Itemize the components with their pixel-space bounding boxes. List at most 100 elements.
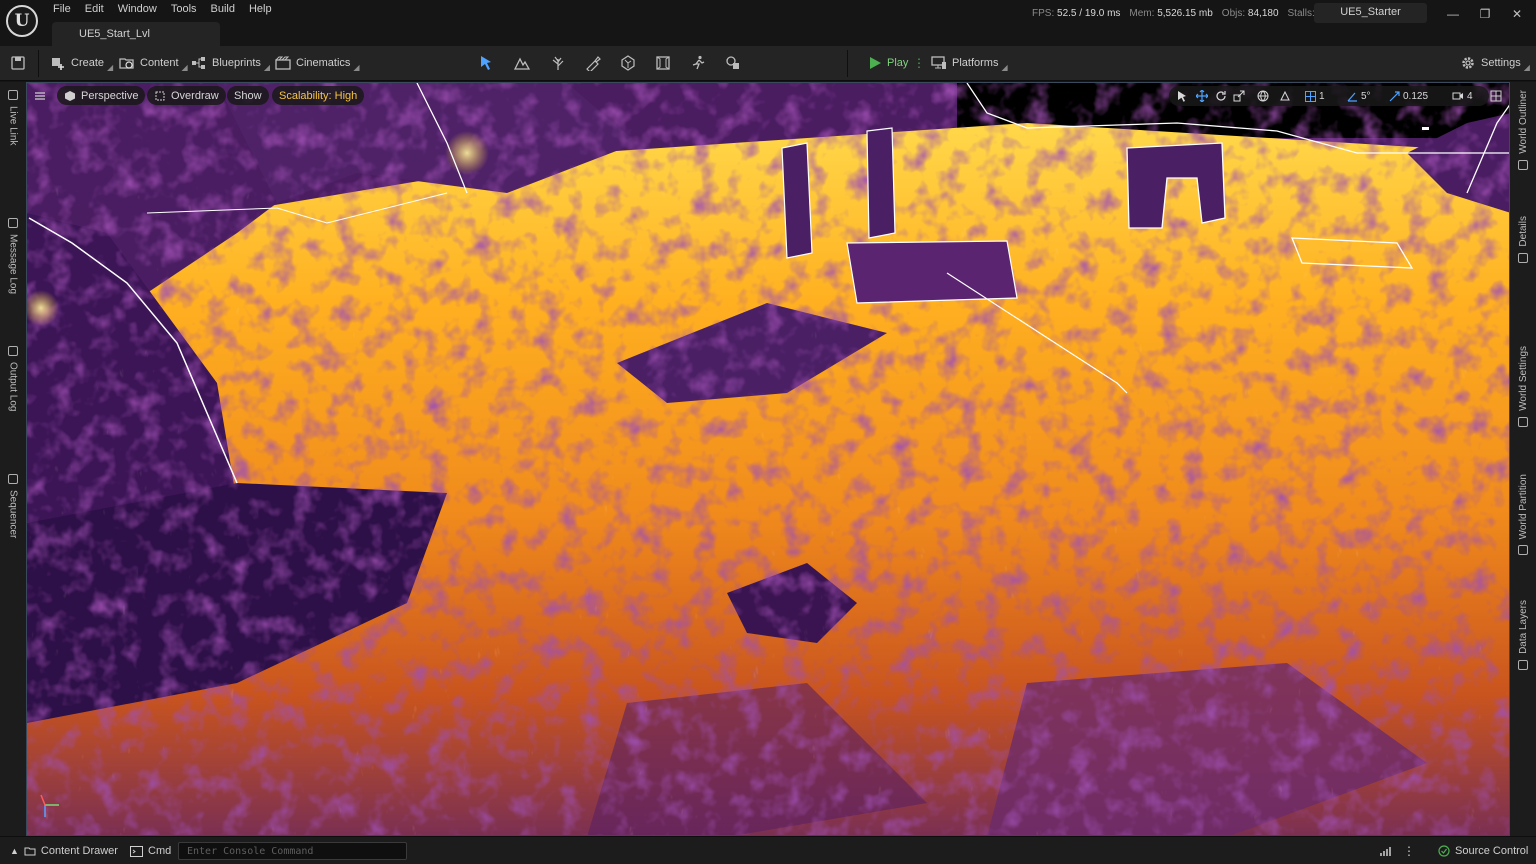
- perspective-button[interactable]: Perspective: [57, 86, 146, 105]
- view-mode-label: Overdraw: [171, 89, 219, 102]
- content-drawer-button[interactable]: ▲ Content Drawer: [10, 843, 118, 859]
- project-name[interactable]: UE5_Starter: [1314, 3, 1427, 23]
- camera-speed-button[interactable]: 4: [1452, 89, 1473, 103]
- cinematics-button[interactable]: Cinematics ◢: [272, 53, 363, 73]
- scale-snap-button[interactable]: 0.125: [1389, 89, 1428, 103]
- platforms-button[interactable]: Platforms ◢: [928, 53, 1011, 73]
- level-viewport[interactable]: Perspective Overdraw Show Scalability: H…: [26, 82, 1510, 836]
- menu-tools[interactable]: Tools: [164, 0, 204, 20]
- tab-output-log[interactable]: Output Log: [2, 346, 24, 411]
- console-command-input[interactable]: [178, 842, 407, 860]
- grid-icon: [1305, 90, 1316, 102]
- details-icon: [1518, 252, 1528, 263]
- save-icon[interactable]: [8, 54, 28, 72]
- derived-data-icon[interactable]: [1380, 843, 1392, 859]
- content-icon: [119, 58, 134, 69]
- play-label: Play: [887, 57, 909, 69]
- modeling-mode-icon[interactable]: [723, 54, 743, 72]
- tab-details[interactable]: Details: [1513, 216, 1533, 263]
- viewport-menu-icon[interactable]: [32, 88, 48, 104]
- tab-sequencer[interactable]: Sequencer: [2, 474, 24, 538]
- transform-toolbar: 1 5° 0.125 4: [1169, 86, 1489, 106]
- check-circle-icon: [1438, 845, 1450, 857]
- restore-icon[interactable]: ❐: [1474, 5, 1496, 23]
- foliage-mode-icon[interactable]: [548, 54, 568, 72]
- tab-live-link[interactable]: Live Link: [2, 90, 24, 145]
- scale-tool-icon[interactable]: [1233, 89, 1245, 103]
- view-mode-button[interactable]: Overdraw: [147, 86, 226, 105]
- chevron-down-icon: ◢: [353, 62, 360, 72]
- frame-time: / 19.0 ms: [1079, 8, 1121, 19]
- tab-message-log[interactable]: Message Log: [2, 218, 24, 294]
- tab-world-settings[interactable]: World Settings: [1513, 346, 1533, 427]
- platforms-label: Platforms: [952, 57, 999, 69]
- source-control-label: Source Control: [1455, 845, 1529, 857]
- more-options-icon[interactable]: ⋮: [1403, 843, 1415, 859]
- rotation-snap-button[interactable]: 5°: [1347, 89, 1371, 103]
- tab-world-partition-label: World Partition: [1517, 474, 1529, 540]
- menu-edit[interactable]: Edit: [78, 0, 111, 20]
- gear-icon: [1462, 57, 1474, 69]
- close-icon[interactable]: ✕: [1506, 5, 1528, 23]
- more-options-icon: ⋮: [913, 56, 925, 70]
- content-button[interactable]: Content ◢: [116, 53, 191, 73]
- show-button[interactable]: Show: [227, 86, 269, 105]
- brush-edit-mode-icon[interactable]: [653, 54, 673, 72]
- landscape-mode-icon[interactable]: [512, 54, 532, 72]
- blueprints-icon: [192, 57, 205, 69]
- menu-build[interactable]: Build: [204, 0, 242, 20]
- menu-help[interactable]: Help: [242, 0, 279, 20]
- scalability-button[interactable]: Scalability: High: [272, 86, 365, 105]
- play-options-button[interactable]: ⋮: [910, 53, 925, 73]
- tab-data-layers[interactable]: Data Layers: [1513, 600, 1533, 670]
- perspective-label: Perspective: [81, 89, 139, 102]
- rotation-snap-value: 5°: [1361, 90, 1371, 102]
- rotate-tool-icon[interactable]: [1215, 89, 1227, 103]
- source-control-button[interactable]: Source Control: [1438, 843, 1528, 859]
- tab-world-outliner[interactable]: World Outliner: [1513, 90, 1533, 170]
- mem-value: 5,526.15 mb: [1157, 8, 1213, 19]
- cmd-button[interactable]: Cmd: [130, 843, 171, 859]
- sequencer-icon: [8, 474, 18, 484]
- toolbar-separator: [38, 50, 39, 77]
- create-button[interactable]: Create ◢: [47, 53, 116, 73]
- blueprints-button[interactable]: Blueprints ◢: [188, 53, 273, 73]
- outliner-icon: [1518, 159, 1528, 170]
- cinematics-icon: [275, 56, 291, 70]
- fps-label: FPS:: [1032, 8, 1055, 19]
- scale-snap-value: 0.125: [1403, 90, 1429, 102]
- maximize-viewport-icon[interactable]: [1488, 88, 1504, 104]
- world-local-icon[interactable]: [1257, 89, 1269, 103]
- select-tool-icon[interactable]: [1177, 89, 1188, 103]
- fracture-mode-icon[interactable]: [618, 54, 638, 72]
- surface-snap-icon[interactable]: [1279, 89, 1291, 103]
- camera-icon: [1452, 92, 1463, 100]
- chevron-down-icon: ◢: [263, 62, 271, 72]
- menu-window[interactable]: Window: [111, 0, 164, 20]
- tab-message-log-label: Message Log: [7, 234, 19, 295]
- title-bar: U File Edit Window Tools Build Help UE5_…: [0, 0, 1536, 46]
- camera-speed-value: 4: [1467, 90, 1473, 102]
- select-mode-icon[interactable]: [476, 54, 496, 72]
- data-layers-icon: [1518, 659, 1528, 670]
- grid-snap-button[interactable]: 1: [1305, 89, 1325, 103]
- live-link-icon: [8, 90, 18, 100]
- animation-mode-icon[interactable]: [688, 54, 708, 72]
- content-label: Content: [140, 57, 179, 69]
- mesh-paint-mode-icon[interactable]: [583, 54, 603, 72]
- output-log-icon: [8, 346, 18, 356]
- tab-world-partition[interactable]: World Partition: [1513, 474, 1533, 556]
- scale-snap-icon: [1389, 90, 1400, 101]
- play-button[interactable]: Play: [865, 53, 911, 73]
- tab-sequencer-label: Sequencer: [7, 490, 19, 539]
- unreal-logo-icon[interactable]: U: [6, 5, 38, 37]
- menu-file[interactable]: File: [46, 0, 78, 20]
- chevron-down-icon: ◢: [1001, 62, 1008, 72]
- settings-button[interactable]: Settings ◢: [1457, 53, 1533, 73]
- translate-tool-icon[interactable]: [1196, 89, 1208, 103]
- create-label: Create: [71, 57, 105, 69]
- main-toolbar: Create ◢ Content ◢ Blueprints ◢ Cinematics ◢…: [0, 46, 1536, 81]
- level-tab[interactable]: UE5_Start_Lvl: [52, 22, 220, 46]
- performance-stats: FPS: 52.5 / 19.0 ms Mem: 5,526.15 mb Obj…: [1032, 8, 1323, 19]
- minimize-icon[interactable]: —: [1442, 5, 1464, 23]
